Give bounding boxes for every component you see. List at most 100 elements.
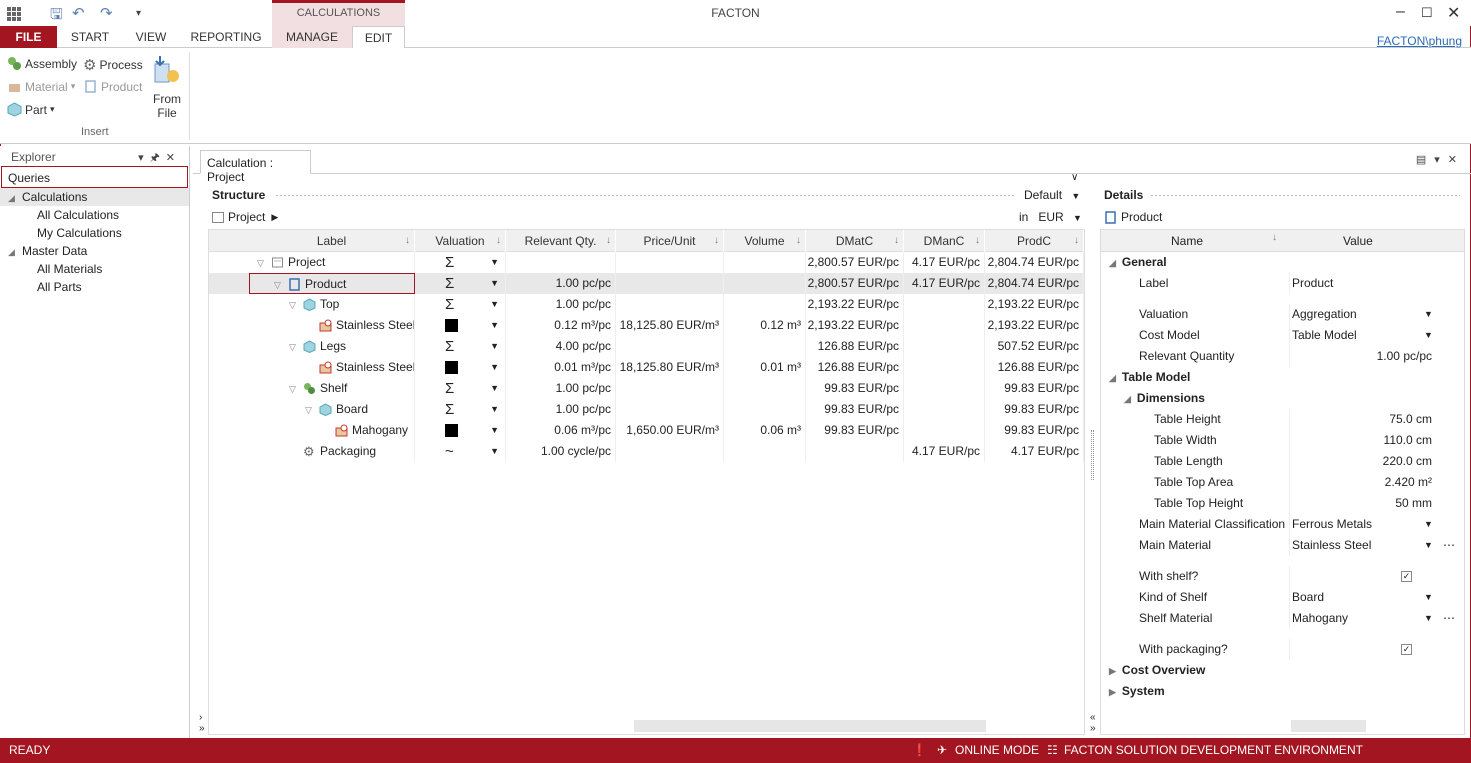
cell-dman[interactable] bbox=[904, 420, 985, 441]
cell-qty[interactable]: 1.00 cycle/pc bbox=[506, 441, 616, 462]
collapse-icon[interactable]: ◢ bbox=[1109, 373, 1116, 383]
cell-price[interactable]: 18,125.80 EUR/m³ bbox=[616, 315, 724, 336]
cell-price[interactable] bbox=[616, 399, 724, 420]
cell-price[interactable]: 1,650.00 EUR/m³ bbox=[616, 420, 724, 441]
expand-icon[interactable]: ▽ bbox=[289, 295, 303, 315]
cell-prod[interactable]: 99.83 EUR/pc bbox=[985, 399, 1084, 420]
details-property[interactable]: Main Material Classification Ferrous Meta… bbox=[1101, 514, 1464, 535]
details-property[interactable]: Table Height 75.0 cm bbox=[1101, 409, 1464, 430]
details-group[interactable]: ▶ System bbox=[1101, 681, 1464, 702]
valuation-select[interactable]: Σ ▼ bbox=[415, 294, 506, 315]
col-dmatc[interactable]: DMatC ↓ bbox=[806, 230, 904, 252]
details-property[interactable]: Shelf Material Mahogany ▼ ⋯ bbox=[1101, 608, 1464, 629]
row-label-cell[interactable]: ▽ Board bbox=[249, 399, 415, 420]
property-value[interactable]: Ferrous Metals bbox=[1292, 514, 1432, 535]
cell-volume[interactable]: 0.01 m³ bbox=[724, 357, 806, 378]
cell-volume[interactable] bbox=[724, 399, 806, 420]
tree-node-all-calculations[interactable]: All Calculations bbox=[0, 206, 189, 224]
table-row[interactable]: ▽ Top Σ ▼ 1.00 pc/pc 2,193.22 EUR/pc 2,193.22 … bbox=[209, 294, 1084, 315]
cell-qty[interactable]: 0.06 m³/pc bbox=[506, 420, 616, 441]
col-relevant-qty[interactable]: Relevant Qty. ↓ bbox=[506, 230, 616, 252]
property-value[interactable]: Stainless Steel bbox=[1292, 535, 1432, 556]
cell-dman[interactable] bbox=[904, 378, 985, 399]
chevron-down-icon[interactable]: ▼ bbox=[490, 441, 499, 462]
valuation-select[interactable]: Σ ▼ bbox=[415, 252, 506, 273]
tab-view[interactable]: VIEW bbox=[124, 26, 178, 48]
chevron-down-icon[interactable]: ▼ bbox=[490, 294, 499, 315]
property-value[interactable]: 110.0 cm bbox=[1292, 430, 1432, 451]
details-property[interactable]: Cost Model Table Model ▼ bbox=[1101, 325, 1464, 346]
table-row[interactable]: Stainless Steel ▼ 0.01 m³/pc 18,125.80 EUR/… bbox=[209, 357, 1084, 378]
details-property[interactable]: Kind of Shelf Board ▼ bbox=[1101, 587, 1464, 608]
chevron-down-icon[interactable]: ▼ bbox=[490, 273, 499, 294]
material-button[interactable]: Material ▾ bbox=[7, 79, 75, 94]
property-value[interactable]: Product bbox=[1292, 273, 1432, 294]
cell-dmat[interactable]: 99.83 EUR/pc bbox=[806, 399, 904, 420]
more-icon[interactable]: ⋯ bbox=[1443, 535, 1455, 556]
cell-prod[interactable]: 126.88 EUR/pc bbox=[985, 357, 1084, 378]
sort-icon[interactable]: ↓ bbox=[405, 230, 410, 252]
details-property[interactable]: Table Top Area 2.420 m² bbox=[1101, 472, 1464, 493]
collapse-icon[interactable]: ◢ bbox=[1124, 394, 1131, 404]
close-icon[interactable]: ✕ bbox=[1447, 3, 1460, 23]
cell-volume[interactable]: 0.12 m³ bbox=[724, 315, 806, 336]
expand-icon[interactable]: ▶ bbox=[1109, 666, 1116, 676]
cell-qty[interactable]: 1.00 pc/pc bbox=[506, 294, 616, 315]
valuation-select[interactable]: ▼ bbox=[415, 357, 506, 378]
cell-dmat[interactable]: 99.83 EUR/pc bbox=[806, 420, 904, 441]
chevron-down-icon[interactable]: ▼ bbox=[490, 378, 499, 399]
table-row[interactable]: ▽ Product Σ ▼ 1.00 pc/pc 2,800.57 EUR/pc 4.17 … bbox=[209, 273, 1084, 294]
tree-node-all-parts[interactable]: All Parts bbox=[0, 278, 189, 296]
panel-splitter[interactable] bbox=[1091, 430, 1094, 480]
details-col-name[interactable]: Name bbox=[1171, 234, 1203, 248]
part-button[interactable]: Part ▾ bbox=[7, 102, 55, 117]
chevron-down-icon[interactable]: ▼ bbox=[490, 336, 499, 357]
chevron-down-icon[interactable]: ▼ bbox=[1424, 587, 1433, 608]
row-label-cell[interactable]: ▽ Top bbox=[249, 294, 415, 315]
explorer-controls[interactable]: ▾🖈✕ bbox=[138, 149, 181, 168]
property-value[interactable]: ✓ bbox=[1292, 639, 1412, 660]
tab-reporting[interactable]: REPORTING bbox=[182, 26, 270, 48]
minimize-icon[interactable]: – bbox=[1396, 3, 1405, 21]
valuation-select[interactable]: ~ ▼ bbox=[415, 441, 506, 462]
cell-price[interactable] bbox=[616, 336, 724, 357]
cell-volume[interactable] bbox=[724, 252, 806, 273]
collapse-icon[interactable]: ∨ bbox=[1071, 172, 1078, 183]
details-property[interactable]: Table Length 220.0 cm bbox=[1101, 451, 1464, 472]
cell-prod[interactable]: 507.52 EUR/pc bbox=[985, 336, 1084, 357]
tree-node-my-calculations[interactable]: My Calculations bbox=[0, 224, 189, 242]
checkbox[interactable]: ✓ bbox=[1401, 644, 1412, 656]
details-group[interactable]: ◢ Dimensions bbox=[1101, 388, 1464, 409]
expand-icon[interactable]: ▽ bbox=[257, 253, 271, 273]
row-label-cell[interactable]: Stainless Steel bbox=[249, 315, 415, 336]
expand-icon[interactable]: ▶ bbox=[1109, 687, 1116, 697]
chevron-down-icon[interactable]: ▼ bbox=[1424, 608, 1433, 629]
valuation-select[interactable]: Σ ▼ bbox=[415, 378, 506, 399]
cell-volume[interactable]: 0.06 m³ bbox=[724, 420, 806, 441]
cell-dmat[interactable]: 2,800.57 EUR/pc bbox=[806, 252, 904, 273]
tab-manage[interactable]: MANAGE bbox=[272, 26, 352, 48]
valuation-select[interactable]: ▼ bbox=[415, 420, 506, 441]
col-dmanc[interactable]: DManC ↓ bbox=[904, 230, 985, 252]
checkbox[interactable]: ✓ bbox=[1401, 571, 1412, 583]
chevron-down-icon[interactable]: ▼ bbox=[490, 315, 499, 336]
cell-prod[interactable]: 2,193.22 EUR/pc bbox=[985, 294, 1084, 315]
sort-icon[interactable]: ↓ bbox=[975, 230, 980, 252]
expand-left-icon[interactable]: ›» bbox=[199, 712, 205, 734]
sort-icon[interactable]: ↓ bbox=[894, 230, 899, 252]
cell-volume[interactable] bbox=[724, 336, 806, 357]
cell-volume[interactable] bbox=[724, 441, 806, 462]
details-property[interactable]: Label Product bbox=[1101, 273, 1464, 294]
table-row[interactable]: Stainless Steel ▼ 0.12 m³/pc 18,125.80 EUR/… bbox=[209, 315, 1084, 336]
property-value[interactable]: 1.00 pc/pc bbox=[1292, 346, 1432, 367]
details-property[interactable]: With shelf? ✓ bbox=[1101, 566, 1464, 587]
col-prodc[interactable]: ProdC ↓ bbox=[985, 230, 1084, 252]
expand-icon[interactable]: ◢ bbox=[8, 243, 22, 261]
cell-dmat[interactable]: 2,193.22 EUR/pc bbox=[806, 315, 904, 336]
chevron-down-icon[interactable]: ▼ bbox=[1424, 535, 1433, 556]
details-property[interactable]: Valuation Aggregation ▼ bbox=[1101, 304, 1464, 325]
cell-price[interactable]: 18,125.80 EUR/m³ bbox=[616, 357, 724, 378]
tree-node-calculations[interactable]: ◢ Calculations bbox=[0, 188, 189, 206]
queries-search-box[interactable]: Queries bbox=[1, 166, 188, 188]
cell-volume[interactable] bbox=[724, 294, 806, 315]
